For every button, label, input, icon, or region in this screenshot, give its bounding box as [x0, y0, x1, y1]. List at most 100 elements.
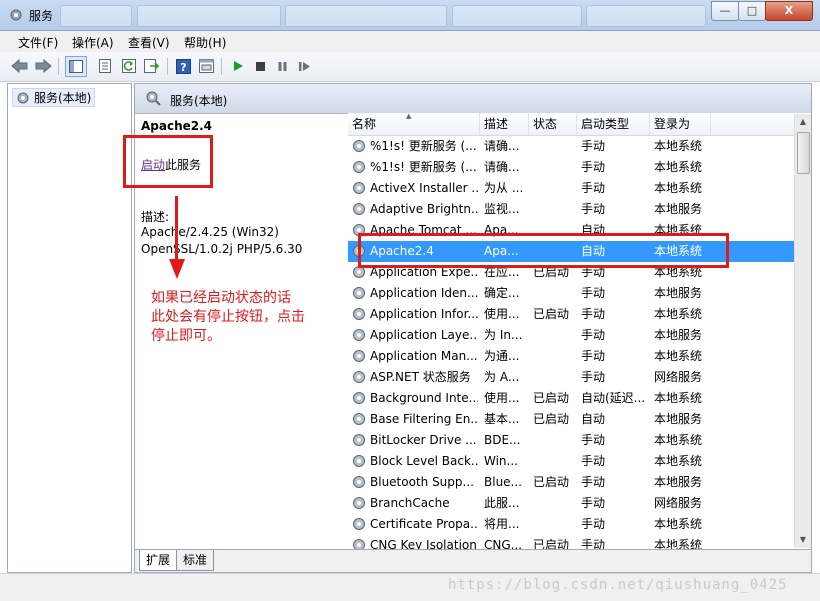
view-icon[interactable]: [197, 57, 215, 75]
cell-startup-type: 手动: [581, 370, 606, 384]
cell-logon-as: 本地系统: [654, 454, 703, 468]
table-row[interactable]: BranchCache 此服... 手动 网络服务: [348, 493, 795, 514]
scroll-up-icon[interactable]: ▲: [795, 114, 811, 130]
window-title: 服务: [29, 9, 54, 23]
scroll-down-icon[interactable]: ▼: [795, 532, 811, 548]
column-header-startup-type[interactable]: 启动类型: [577, 113, 650, 135]
service-gear-icon: [353, 434, 365, 446]
forward-icon[interactable]: [34, 57, 52, 75]
cell-status: 已启动: [533, 412, 570, 426]
vertical-scrollbar[interactable]: ▲ ▼: [794, 114, 811, 548]
service-gear-icon: [353, 161, 365, 173]
cell-startup-type: 手动: [581, 538, 606, 549]
table-row[interactable]: Application Iden... 确定... 手动 本地服务: [348, 283, 795, 304]
cell-status: [533, 136, 577, 157]
annotation-text: 如果已经启动状态的话 此处会有停止按钮，点击 停止即可。: [151, 289, 341, 346]
scroll-thumb[interactable]: [797, 132, 810, 174]
cell-status: [533, 283, 577, 304]
cell-description: 将用...: [484, 517, 520, 531]
cell-name: BranchCache: [370, 496, 450, 510]
cell-name: Background Inte...: [370, 391, 478, 405]
cell-status: 已启动: [533, 475, 570, 489]
table-row[interactable]: Application Infor... 使用... 已启动 手动 本地系统: [348, 304, 795, 325]
stop-icon[interactable]: [251, 57, 269, 75]
cell-status: [533, 199, 577, 220]
tree-node-label: 服务(本地): [34, 91, 92, 105]
start-icon[interactable]: [229, 57, 247, 75]
cell-startup-type: 手动: [581, 181, 606, 195]
cell-name: Application Man...: [370, 349, 478, 363]
menu-action[interactable]: 操作(A): [72, 34, 114, 51]
table-row[interactable]: Adaptive Brightn... 监视... 手动 本地服务: [348, 199, 795, 220]
toolbar-separator: [58, 58, 59, 75]
table-row[interactable]: ASP.NET 状态服务为 A... 手动 网络服务: [348, 367, 795, 388]
annotation-line: 停止即可。: [151, 328, 221, 344]
column-header-name[interactable]: 名称 ▲: [348, 113, 480, 135]
cell-name: Block Level Back...: [370, 454, 478, 468]
annotation-line: 此处会有停止按钮，点击: [151, 309, 305, 325]
refresh-icon[interactable]: [120, 57, 138, 75]
table-row[interactable]: Block Level Back... Win... 手动 本地系统: [348, 451, 795, 472]
pause-icon[interactable]: [273, 57, 291, 75]
column-header-status[interactable]: 状态: [529, 113, 577, 135]
export-icon[interactable]: [143, 57, 161, 75]
maximize-button[interactable]: □: [738, 1, 766, 21]
selected-service-name: Apache2.4: [141, 119, 213, 133]
help-icon[interactable]: ?: [174, 57, 192, 75]
cell-startup-type: 自动(延迟...: [581, 391, 646, 405]
tab-extended[interactable]: 扩展: [139, 550, 178, 571]
cell-status: [533, 157, 577, 178]
menu-help[interactable]: 帮助(H): [184, 34, 226, 51]
tab-standard[interactable]: 标准: [176, 550, 215, 571]
table-row[interactable]: Application Man... 为通... 手动 本地系统: [348, 346, 795, 367]
table-row[interactable]: Application Laye... 为 In... 手动 本地服务: [348, 325, 795, 346]
table-row[interactable]: CNG Key Isolation CNG... 已启动 手动 本地系统: [348, 535, 795, 549]
cell-startup-type: 自动: [581, 412, 606, 426]
service-gear-icon: [353, 308, 365, 320]
cell-logon-as: 本地服务: [654, 328, 703, 342]
table-row[interactable]: Base Filtering En... 基本... 已启动 自动 本地服务: [348, 409, 795, 430]
properties-icon[interactable]: [96, 57, 114, 75]
table-row[interactable]: %1!s! 更新服务 (... 请确... 手动 本地系统: [348, 157, 795, 178]
table-row[interactable]: Background Inte... 使用... 已启动 自动(延迟... 本地系统: [348, 388, 795, 409]
cell-status: [533, 346, 577, 367]
service-gear-icon: [353, 497, 365, 509]
cell-logon-as: 本地系统: [654, 538, 703, 549]
restart-icon[interactable]: [295, 57, 313, 75]
description-label: 描述:: [141, 210, 170, 224]
cell-logon-as: 本地系统: [654, 139, 703, 153]
table-row[interactable]: BitLocker Drive ... BDE... 手动 本地系统: [348, 430, 795, 451]
watermark: https://blog.csdn.net/qiushuang_0425: [448, 577, 788, 593]
minimize-button[interactable]: —: [711, 1, 739, 21]
back-icon[interactable]: [11, 57, 29, 75]
annotation-box-start-link: [123, 135, 213, 188]
cell-name: %1!s! 更新服务 (...: [370, 160, 477, 174]
close-button[interactable]: X: [765, 1, 813, 21]
table-row[interactable]: Bluetooth Supp... Blue... 已启动 手动 本地服务: [348, 472, 795, 493]
cell-startup-type: 手动: [581, 328, 606, 342]
column-header-logon-as[interactable]: 登录为: [650, 113, 711, 135]
tree-node-services-local[interactable]: 服务(本地): [12, 88, 96, 107]
column-header-description[interactable]: 描述: [480, 113, 529, 135]
service-gear-icon: [353, 518, 365, 530]
column-label: 名称: [352, 117, 377, 131]
title-bar[interactable]: 服务 — □ X: [0, 0, 820, 31]
cell-name: Application Iden...: [370, 286, 478, 300]
menu-view[interactable]: 查看(V): [128, 34, 170, 51]
annotation-arrow: [175, 196, 178, 261]
cell-description: 为 A...: [484, 370, 520, 384]
table-row[interactable]: ActiveX Installer ... 为从 ... 手动 本地系统: [348, 178, 795, 199]
annotation-line: 如果已经启动状态的话: [151, 290, 291, 306]
cell-description: 为通...: [484, 349, 520, 363]
description-line-1: Apache/2.4.25 (Win32): [141, 225, 279, 239]
console-tree-icon[interactable]: [65, 56, 87, 77]
toolbar-separator: [221, 58, 222, 75]
cell-startup-type: 手动: [581, 496, 606, 510]
cell-logon-as: 本地系统: [654, 517, 703, 531]
background-tab: [452, 5, 582, 27]
services-list: 名称 ▲ 描述 状态 启动类型 登录为 %1!s! 更新服务 (... 请确...…: [348, 113, 811, 549]
table-row[interactable]: Certificate Propa... 将用... 手动 本地系统: [348, 514, 795, 535]
cell-name: ASP.NET 状态服务: [370, 370, 471, 384]
menu-file[interactable]: 文件(F): [18, 34, 58, 51]
table-row[interactable]: %1!s! 更新服务 (... 请确... 手动 本地系统: [348, 136, 795, 157]
